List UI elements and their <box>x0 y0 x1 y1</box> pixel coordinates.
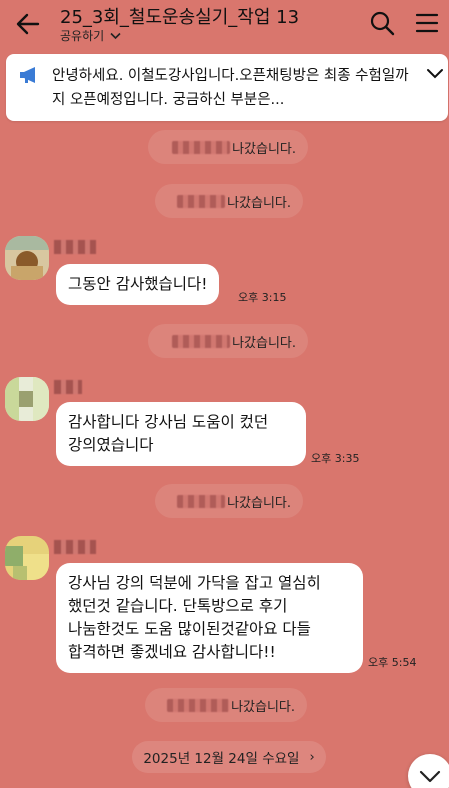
chevron-right-icon: › <box>309 749 315 765</box>
redacted-username <box>167 698 230 712</box>
system-message-text: 나갔습니다. <box>227 195 291 211</box>
system-message: 나갔습니다. <box>148 130 308 164</box>
date-divider[interactable]: 2025년 12월 24일 수요일 › <box>132 741 326 773</box>
avatar[interactable] <box>5 236 49 280</box>
message-bubble[interactable]: 그동안 감사했습니다! <box>56 264 220 305</box>
message-time: 오후 5:54 <box>368 656 417 669</box>
system-message: 나갔습니다. <box>145 688 307 722</box>
message-time: 오후 3:15 <box>238 291 287 304</box>
message-bubble[interactable]: 감사합니다 강사님 도움이 컸던 강의였습니다 <box>56 402 306 466</box>
menu-icon[interactable] <box>414 10 440 36</box>
system-message: 나갔습니다. <box>155 484 303 518</box>
share-label: 공유하기 <box>60 29 105 43</box>
redacted-sender-name <box>54 540 96 554</box>
notice-text: 안녕하세요. 이철도강사입니다.오픈채팅방은 최종 수험일까지 오픈예정입니다.… <box>52 68 409 108</box>
chat-title: 25_3회_철도운송실기_작업 13 <box>60 7 300 28</box>
notice-banner[interactable]: 안녕하세요. 이철도강사입니다.오픈채팅방은 최종 수험일까지 오픈예정입니다.… <box>6 54 448 121</box>
back-arrow-icon[interactable] <box>14 10 42 38</box>
search-icon[interactable] <box>369 10 395 36</box>
redacted-username <box>172 334 231 348</box>
avatar-image <box>5 377 49 421</box>
redacted-username <box>172 140 231 154</box>
message-time: 오후 3:35 <box>311 452 360 465</box>
chevron-down-icon <box>110 32 121 40</box>
megaphone-icon <box>20 67 35 83</box>
redacted-username <box>177 194 226 208</box>
system-message-text: 나갔습니다. <box>227 495 291 511</box>
redacted-sender-name <box>54 240 96 254</box>
message-bubble[interactable]: 강사님 강의 덕분에 가닥을 잡고 열심히 했던것 같습니다. 단톡방으로 후기… <box>56 563 363 673</box>
redacted-username <box>177 494 226 508</box>
chevron-down-icon <box>419 770 441 783</box>
avatar[interactable] <box>5 536 49 580</box>
redacted-sender-name <box>54 380 82 394</box>
chat-header: 25_3회_철도운송실기_작업 13 공유하기 <box>0 0 449 50</box>
share-dropdown[interactable]: 공유하기 <box>60 27 121 44</box>
scroll-to-bottom-button[interactable] <box>408 754 449 788</box>
system-message-text: 나갔습니다. <box>232 141 296 157</box>
system-message-text: 나갔습니다. <box>232 335 296 351</box>
date-label: 2025년 12월 24일 수요일 <box>143 751 300 767</box>
system-message-text: 나갔습니다. <box>231 699 295 715</box>
system-message: 나갔습니다. <box>155 184 303 218</box>
avatar-image <box>5 536 49 580</box>
chevron-down-icon[interactable] <box>425 66 445 82</box>
avatar[interactable] <box>5 377 49 421</box>
avatar-image <box>5 236 49 280</box>
system-message: 나갔습니다. <box>148 324 308 358</box>
